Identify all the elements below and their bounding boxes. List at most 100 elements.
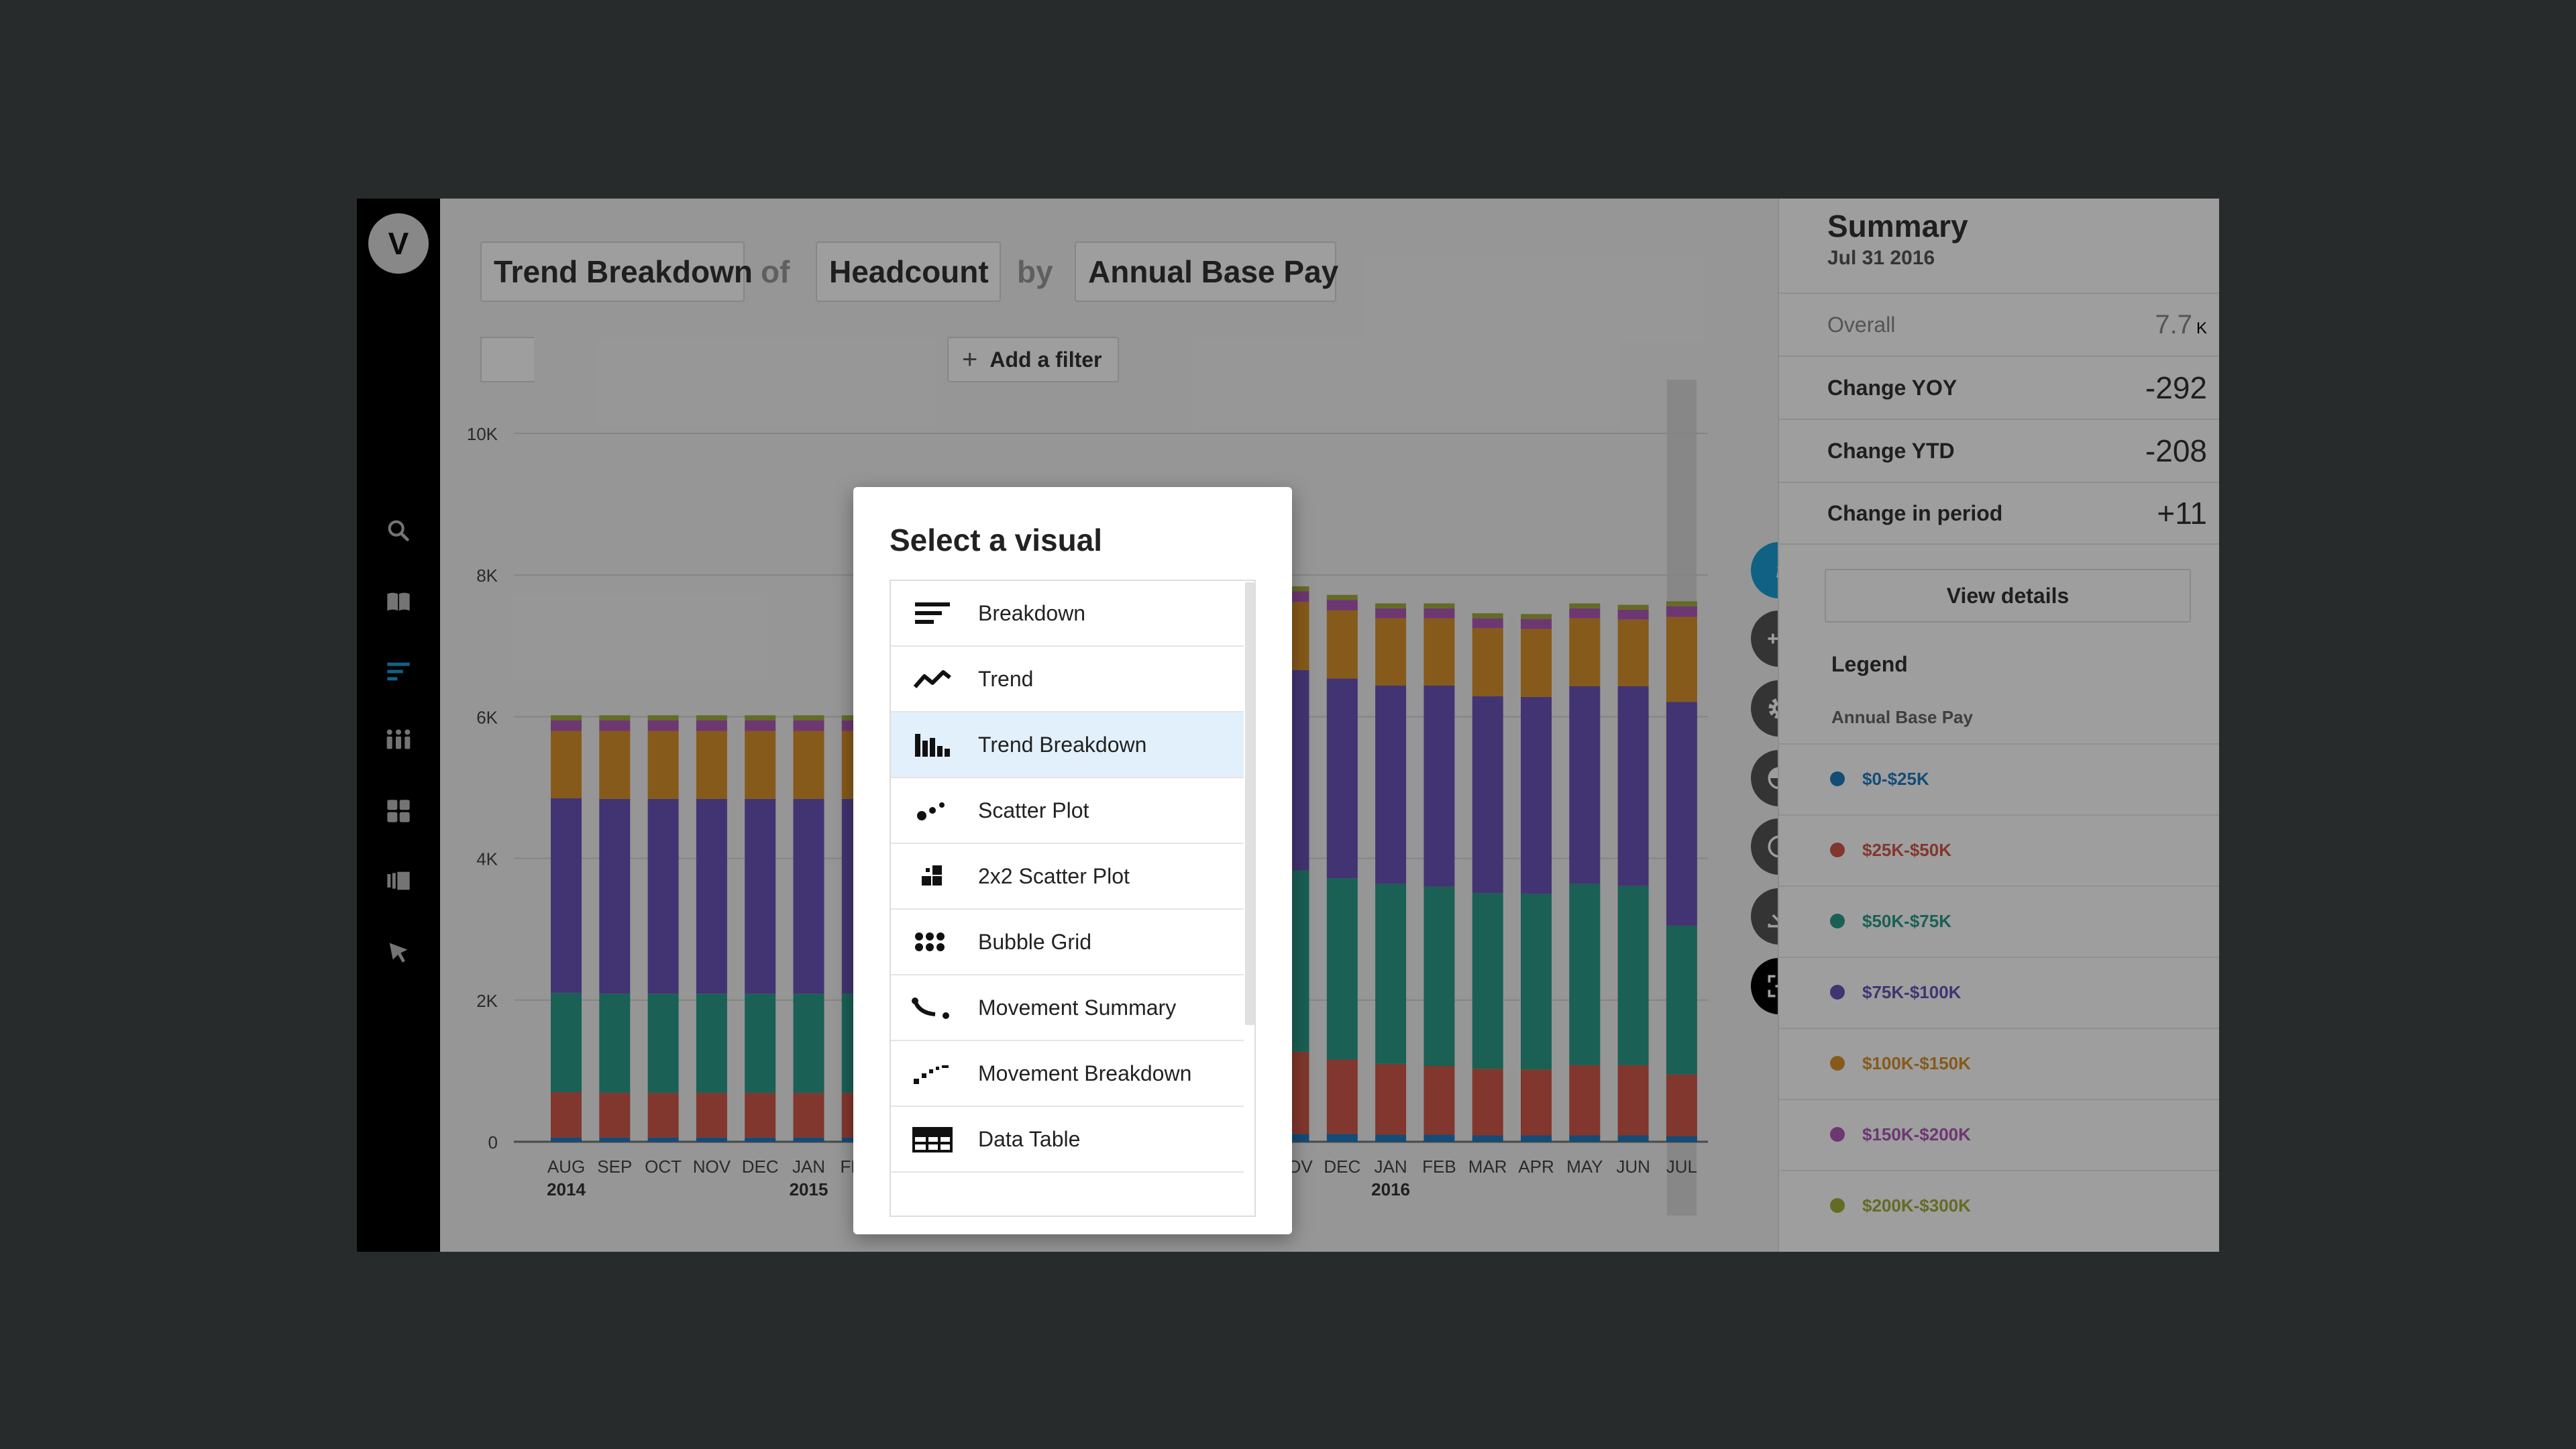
- legend-label: $75K-$100K: [1862, 981, 1962, 1002]
- metric-selector[interactable]: Headcount: [816, 241, 1001, 302]
- legend-label: $100K-$150K: [1862, 1053, 1971, 1073]
- visual-option-label: Movement Summary: [978, 995, 1177, 1020]
- bar-segment: [551, 1137, 582, 1142]
- visual-option-label: Bubble Grid: [978, 929, 1091, 954]
- breakdown-icon: [911, 598, 954, 628]
- bar-segment: [745, 798, 776, 994]
- bar-segment: [1424, 685, 1455, 887]
- explore-nav-button[interactable]: [357, 641, 440, 702]
- data-table-icon: [911, 1124, 954, 1154]
- logo[interactable]: V: [368, 213, 429, 274]
- y-tick-label: 8K: [476, 566, 498, 586]
- app-window: V ? 02K4K6K8K10: [357, 199, 2219, 1252]
- bar-segment: [1326, 678, 1358, 879]
- y-tick-label: 2K: [476, 991, 498, 1011]
- bar-segment: [551, 798, 582, 994]
- x-tick-label: SEP: [597, 1157, 632, 1177]
- legend-item[interactable]: $25K-$50K: [1779, 814, 2219, 884]
- bar-segment: [647, 1093, 679, 1138]
- bar-segment: [1375, 883, 1407, 1064]
- visual-type-selector[interactable]: Trend Breakdown: [480, 241, 753, 302]
- visual-option-2x2-scatter[interactable]: 2x2 Scatter Plot: [891, 844, 1244, 910]
- summary-panel: Summary Jul 31 2016 Overall 7.7 K Change …: [1778, 199, 2219, 1252]
- bar-segment: [647, 720, 679, 731]
- legend-item[interactable]: $150K-$200K: [1779, 1099, 2219, 1169]
- dashboards-nav-button[interactable]: [357, 781, 440, 841]
- bar-segment: [1569, 1065, 1601, 1136]
- y-tick-label: 4K: [476, 849, 498, 869]
- bubble-grid-icon: [911, 927, 954, 957]
- bars-horizontal-icon: [387, 662, 410, 681]
- summary-row-change-ytd: Change YTD -208: [1779, 419, 2219, 482]
- bar-segment: [1375, 1063, 1407, 1135]
- visual-option-trend[interactable]: Trend: [891, 647, 1244, 712]
- x-tick-label: DEC: [1324, 1157, 1360, 1177]
- legend-item[interactable]: $200K-$300K: [1779, 1170, 2219, 1240]
- visual-option-movement-summary[interactable]: Movement Summary: [891, 975, 1244, 1041]
- bar-segment: [1326, 610, 1358, 679]
- legend-item[interactable]: $100K-$150K: [1779, 1028, 2219, 1097]
- bar-segment: [1521, 614, 1552, 619]
- x-tick-label: MAY: [1566, 1157, 1603, 1177]
- search-nav-button[interactable]: [357, 500, 440, 561]
- bar-segment: [1666, 601, 1697, 606]
- bar-segment: [1666, 616, 1697, 702]
- x-tick-label: FEB: [1422, 1157, 1456, 1177]
- visual-option-bubble-grid[interactable]: Bubble Grid: [891, 910, 1244, 975]
- list-scrollbar[interactable]: [1245, 582, 1254, 1025]
- legend-label: $25K-$50K: [1862, 839, 1951, 860]
- bar-segment: [1521, 894, 1552, 1070]
- legend-swatch: [1830, 771, 1845, 786]
- bar-segment: [1666, 702, 1697, 926]
- legend-swatch: [1830, 1127, 1845, 1142]
- bar-segment: [745, 720, 776, 731]
- legend-item[interactable]: $0-$25K: [1779, 743, 2219, 813]
- summary-row-label: Change YOY: [1827, 375, 1957, 400]
- bar-segment: [599, 798, 631, 994]
- library-nav-button[interactable]: [357, 572, 440, 632]
- bar-segment: [551, 720, 582, 731]
- storyboards-nav-button[interactable]: [357, 851, 440, 911]
- visual-option-label: Breakdown: [978, 600, 1086, 625]
- bar-segment: [1617, 1135, 1649, 1142]
- visual-option-scatter-plot[interactable]: Scatter Plot: [891, 778, 1244, 844]
- y-tick-label: 0: [488, 1132, 498, 1152]
- people-grid-icon: [386, 729, 411, 749]
- legend-item[interactable]: $50K-$75K: [1779, 885, 2219, 955]
- summary-title: Summary: [1827, 209, 1968, 244]
- bar-segment: [647, 715, 679, 720]
- bar-segment: [599, 1093, 631, 1138]
- visual-option-breakdown[interactable]: Breakdown: [891, 581, 1244, 647]
- bar-segment: [1521, 1135, 1552, 1142]
- bar-segment: [1472, 618, 1503, 629]
- x-tick-label: MAR: [1468, 1157, 1507, 1177]
- x-tick-label: OCT: [645, 1157, 682, 1177]
- visual-option-label: Trend: [978, 666, 1034, 691]
- legend-label: $200K-$300K: [1862, 1195, 1971, 1216]
- bar-segment: [551, 715, 582, 720]
- bar-segment: [1326, 1134, 1358, 1142]
- add-filter-button[interactable]: + Add a filter: [947, 337, 1119, 382]
- filter-chip[interactable]: [480, 337, 534, 382]
- visual-option-movement-breakdown[interactable]: Movement Breakdown: [891, 1041, 1244, 1107]
- left-nav: V ?: [357, 199, 440, 1252]
- movement-breakdown-icon: [911, 1059, 954, 1088]
- plus-icon: +: [962, 344, 978, 374]
- dimension-selector[interactable]: Annual Base Pay: [1075, 241, 1338, 302]
- legend-label: $150K-$200K: [1862, 1124, 1971, 1144]
- bar-segment: [1569, 883, 1601, 1065]
- view-details-button[interactable]: View details: [1825, 569, 2191, 623]
- bar-segment: [745, 1093, 776, 1138]
- bar-segment: [745, 731, 776, 799]
- x-tick-label: AUG: [547, 1157, 585, 1177]
- legend-item[interactable]: $75K-$100K: [1779, 957, 2219, 1026]
- legend-swatch: [1830, 843, 1845, 857]
- annotations-nav-button[interactable]: [357, 922, 440, 982]
- x-year-label: 2015: [790, 1179, 828, 1199]
- bar-segment: [1326, 1059, 1358, 1134]
- visual-option-data-table[interactable]: Data Table: [891, 1107, 1244, 1173]
- legend-label: $0-$25K: [1862, 768, 1929, 789]
- people-nav-button[interactable]: [357, 710, 440, 770]
- x-tick-label: DEC: [742, 1157, 779, 1177]
- visual-option-trend-breakdown[interactable]: Trend Breakdown: [891, 712, 1244, 778]
